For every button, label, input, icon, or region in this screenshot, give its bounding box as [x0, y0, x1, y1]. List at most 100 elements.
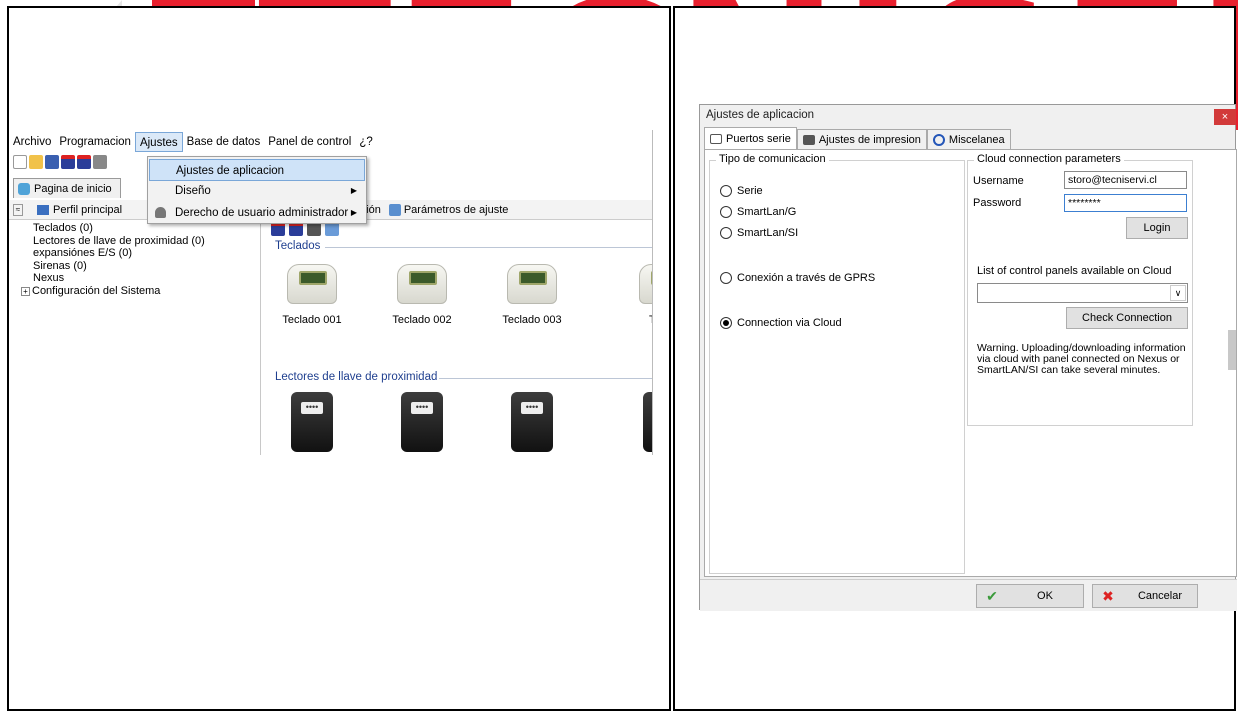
reader-device[interactable]: [643, 392, 652, 452]
menu-programacion[interactable]: Programacion: [55, 132, 135, 152]
gear-icon: [932, 133, 945, 146]
devices-toolbar: [271, 222, 339, 236]
ajustes-dropdown-menu: Ajustes de aplicacion Diseño ▶ Derecho de…: [147, 156, 367, 224]
keypad-device[interactable]: Teclado 003: [487, 264, 577, 326]
section-divider: [325, 247, 652, 248]
keypad-image: [639, 264, 652, 304]
radio-button[interactable]: [720, 185, 732, 197]
menu-item-label: Diseño: [175, 185, 211, 197]
tree-item-expandable[interactable]: + Configuración del Sistema: [21, 285, 260, 298]
tree-item[interactable]: Nexus: [21, 272, 260, 285]
radio-serie[interactable]: Serie: [720, 185, 763, 197]
read-icon[interactable]: [271, 222, 285, 236]
keypad-device[interactable]: Teclado 001: [267, 264, 357, 326]
radio-label: SmartLan/SI: [737, 227, 799, 239]
dialog-title: Ajustes de aplicacion: [706, 109, 815, 121]
radio-label: Conexión a través de GPRS: [737, 272, 876, 284]
login-button[interactable]: Login: [1126, 217, 1188, 239]
radio-gprs[interactable]: Conexión a través de GPRS: [720, 272, 875, 284]
settings-dialog: Ajustes de aplicacion × Puertos serie Aj…: [699, 104, 1237, 611]
password-input[interactable]: ********: [1064, 194, 1187, 212]
keypad-device[interactable]: Teclado 002: [377, 264, 467, 326]
menu-base-de-datos[interactable]: Base de datos: [183, 132, 265, 152]
menu-item-label: Ajustes de aplicacion: [176, 165, 285, 177]
menu-help[interactable]: ¿?: [355, 132, 376, 152]
reader-display: ••••: [411, 402, 433, 414]
open-folder-icon[interactable]: [29, 155, 43, 169]
menu-panel-de-control[interactable]: Panel de control: [264, 132, 355, 152]
check-connection-button[interactable]: Check Connection: [1066, 307, 1188, 329]
reader-image: ••••: [291, 392, 333, 452]
radio-button[interactable]: [720, 272, 732, 284]
tab-puertos-serie[interactable]: Puertos serie: [704, 127, 797, 149]
ok-label: OK: [1037, 590, 1053, 602]
collapse-icon[interactable]: ≈: [13, 203, 23, 216]
new-file-icon[interactable]: [13, 155, 27, 169]
radio-button-checked[interactable]: [720, 317, 732, 329]
cloud-params-group: Cloud connection parameters Username sto…: [967, 153, 1193, 426]
tab-pagina-de-inicio[interactable]: Pagina de inicio: [13, 178, 121, 198]
checkmark-icon: ✔: [986, 587, 998, 604]
keypad-image: [507, 264, 557, 304]
print-icon[interactable]: [93, 155, 107, 169]
expand-icon[interactable]: +: [21, 286, 30, 296]
plug-icon: [710, 133, 722, 144]
panel-list-select[interactable]: ∨: [977, 283, 1188, 303]
cancel-x-icon: ✖: [1102, 587, 1114, 604]
radio-label: SmartLan/G: [737, 206, 797, 218]
panel-list-label: List of control panels available on Clou…: [977, 265, 1172, 277]
radio-smartlan-g[interactable]: SmartLan/G: [720, 206, 796, 218]
tab-label: Ajustes de impresion: [818, 133, 921, 146]
tree-item[interactable]: Lectores de llave de proximidad (0): [21, 235, 260, 248]
reader-device[interactable]: ••••: [377, 392, 467, 452]
export-icon[interactable]: [325, 222, 339, 236]
menu-ajustes[interactable]: Ajustes: [134, 132, 183, 152]
keypad-device[interactable]: Te: [597, 264, 652, 326]
dialog-body: Tipo de comunicacion Serie SmartLan/G Sm…: [704, 149, 1237, 577]
menu-archivo[interactable]: Archivo: [9, 132, 55, 152]
tab-label: Puertos serie: [726, 132, 791, 145]
radio-button[interactable]: [720, 206, 732, 218]
save-icon[interactable]: [45, 155, 59, 169]
tab-miscelanea[interactable]: Miscelanea: [926, 129, 1011, 149]
ok-button[interactable]: ✔ OK: [976, 584, 1084, 608]
keypad-label: Teclado 003: [502, 314, 562, 326]
tree-item[interactable]: expansiónes E/S (0): [21, 247, 260, 260]
reader-device[interactable]: ••••: [267, 392, 357, 452]
book-icon[interactable]: [307, 222, 321, 236]
tree-item-label: Configuración del Sistema: [32, 284, 161, 297]
tab-ajustes-de-impresion[interactable]: Ajustes de impresion: [796, 129, 927, 149]
comm-type-legend: Tipo de comunicacion: [716, 153, 829, 165]
write-icon[interactable]: [289, 222, 303, 236]
device-tree: Teclados (0) Lectores de llave de proxim…: [21, 222, 261, 455]
printer-icon: [802, 134, 815, 145]
keypad-label: Teclado 002: [392, 314, 452, 326]
menu-item-diseno[interactable]: Diseño ▶: [149, 180, 365, 202]
menu-item-derecho-de-usuario[interactable]: Derecho de usuario administrador ▶: [149, 202, 365, 224]
perfil-icon: [37, 204, 49, 215]
tab-label: Miscelanea: [948, 133, 1005, 146]
keypad-label: Teclado 001: [282, 314, 342, 326]
username-input[interactable]: storo@tecniservi.cl: [1064, 171, 1187, 189]
devices-panel: Teclados Teclado 001 Teclado 002 Teclado…: [267, 220, 652, 455]
main-tabs: Pagina de inicio: [13, 178, 121, 198]
dialog-tabs: Puertos serie Ajustes de impresion Misce…: [704, 127, 1011, 149]
radio-button[interactable]: [720, 227, 732, 239]
keypad-label: Te: [649, 314, 652, 326]
menu-item-ajustes-de-aplicacion[interactable]: Ajustes de aplicacion: [149, 159, 365, 181]
write-panel-icon[interactable]: [77, 155, 91, 169]
read-panel-icon[interactable]: [61, 155, 75, 169]
radio-cloud[interactable]: Connection via Cloud: [720, 317, 842, 329]
radio-smartlan-si[interactable]: SmartLan/SI: [720, 227, 798, 239]
chevron-down-icon[interactable]: ∨: [1170, 285, 1186, 301]
tab-parametros-de-ajuste[interactable]: Parámetros de ajuste: [404, 204, 509, 216]
section-lectores: Lectores de llave de proximidad: [275, 371, 438, 383]
tree-item[interactable]: Sirenas (0): [21, 260, 260, 273]
submenu-arrow-icon: ▶: [350, 186, 357, 195]
cancel-button[interactable]: ✖ Cancelar: [1092, 584, 1198, 608]
perfil-principal-label[interactable]: Perfil principal: [53, 204, 122, 216]
menu-item-label: Derecho de usuario administrador: [175, 207, 349, 219]
reader-display: ••••: [301, 402, 323, 414]
reader-device[interactable]: ••••: [487, 392, 577, 452]
close-icon[interactable]: ×: [1214, 109, 1236, 125]
